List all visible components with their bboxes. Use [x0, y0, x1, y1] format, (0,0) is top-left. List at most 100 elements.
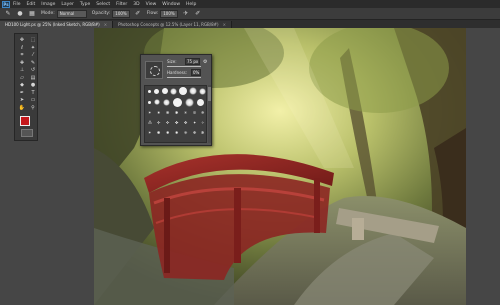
- dodge-tool-icon[interactable]: ●: [28, 82, 38, 90]
- menu-type[interactable]: Type: [80, 2, 90, 7]
- tools-panel: ✥ ⬚ ℓ ✦ ⌗ ⁄ ✚ ✎ ⊥ ↺ ▱ ▤ ◆ ● ✒ T ➤ ▭ ✋ ⚲: [14, 33, 38, 141]
- tab-document-1[interactable]: HD100 Light.ps @ 25% (Inked Sketch, RGB/…: [0, 21, 114, 28]
- menu-bar: Ps File Edit Image Layer Type Select Fil…: [0, 0, 500, 8]
- brush-tip-glyph[interactable]: ✹: [166, 130, 169, 135]
- brush-tip-glyph[interactable]: ❈: [184, 130, 187, 135]
- brush-preset-list[interactable]: ✶ ✷ ❋ ✱ ✳ ❊ ✵ ⁂ ✢ ✣ ✤ ✥ ✦ ✧ ✶ ✺ ✹ ✸ ❈ ❉ …: [144, 85, 207, 143]
- menu-image[interactable]: Image: [41, 2, 55, 7]
- menu-view[interactable]: View: [146, 2, 157, 7]
- airbrush-icon[interactable]: ✈: [182, 10, 190, 17]
- menu-help[interactable]: Help: [186, 2, 196, 7]
- tab-label: Photoshop Concepts @ 12.5% (Layer 11, RG…: [118, 22, 219, 27]
- history-brush-tool-icon[interactable]: ↺: [28, 67, 38, 75]
- brush-tip[interactable]: [148, 90, 151, 93]
- brush-tip[interactable]: [189, 87, 197, 95]
- eyedropper-tool-icon[interactable]: ⁄: [28, 52, 38, 60]
- brush-tip[interactable]: [173, 98, 182, 107]
- brush-tip[interactable]: [154, 99, 160, 105]
- brush-tip-glyph[interactable]: ✱: [175, 110, 178, 115]
- stamp-tool-icon[interactable]: ⊥: [17, 67, 27, 75]
- foreground-color-swatch[interactable]: [20, 116, 30, 126]
- brush-tip-glyph[interactable]: ✻: [201, 130, 204, 135]
- brush-tip[interactable]: [170, 88, 177, 95]
- pressure-size-icon[interactable]: ✐: [194, 10, 202, 17]
- brush-tool-icon[interactable]: ✎: [28, 60, 38, 68]
- mode-label: Mode:: [41, 11, 55, 16]
- preset-scrollbar[interactable]: [208, 85, 211, 143]
- menu-window[interactable]: Window: [162, 2, 180, 7]
- brush-tip[interactable]: [179, 87, 187, 95]
- brush-preset-icon[interactable]: ●: [16, 10, 24, 17]
- hardness-slider[interactable]: [167, 77, 201, 78]
- gear-icon[interactable]: ⚙: [203, 59, 207, 65]
- brush-tip[interactable]: [154, 89, 159, 94]
- brush-tip-glyph[interactable]: ✶: [148, 130, 151, 135]
- menu-layer[interactable]: Layer: [61, 2, 74, 7]
- opacity-field[interactable]: 100%: [112, 9, 130, 18]
- eraser-tool-icon[interactable]: ▱: [17, 75, 27, 83]
- size-slider[interactable]: [167, 66, 201, 67]
- healing-tool-icon[interactable]: ✚: [17, 60, 27, 68]
- move-tool-icon[interactable]: ✥: [17, 37, 27, 45]
- blur-tool-icon[interactable]: ◆: [17, 82, 27, 90]
- brush-tip-glyph[interactable]: ❉: [193, 130, 196, 135]
- brush-tool-icon[interactable]: ✎: [4, 10, 12, 17]
- brush-tip-glyph[interactable]: ✧: [201, 120, 204, 125]
- brush-tip-glyph[interactable]: ❋: [166, 110, 169, 115]
- shape-tool-icon[interactable]: ▭: [28, 97, 38, 105]
- brush-panel-toggle-icon[interactable]: ▦: [28, 10, 36, 17]
- brush-tip-preview: [145, 61, 163, 79]
- options-bar: ✎ ● ▦ Mode: Normal Opacity: 100% ✐ Flow:…: [0, 8, 500, 20]
- brush-tip[interactable]: [185, 98, 194, 107]
- mode-select[interactable]: Normal: [56, 9, 87, 18]
- brush-tip-glyph[interactable]: ✢: [157, 120, 160, 125]
- type-tool-icon[interactable]: T: [28, 90, 38, 98]
- path-select-tool-icon[interactable]: ➤: [17, 97, 27, 105]
- brush-tip-glyph[interactable]: ❊: [193, 110, 196, 115]
- brush-tip-glyph[interactable]: ✵: [201, 110, 204, 115]
- flow-label: Flow:: [146, 11, 159, 16]
- brush-tip[interactable]: [148, 101, 151, 104]
- menu-select[interactable]: Select: [96, 2, 110, 7]
- gradient-tool-icon[interactable]: ▤: [28, 75, 38, 83]
- brush-tip-glyph[interactable]: ⁂: [148, 120, 152, 125]
- size-field[interactable]: 75 px: [185, 58, 201, 65]
- menu-edit[interactable]: Edit: [27, 2, 36, 7]
- flow-field[interactable]: 100%: [160, 9, 178, 18]
- hand-tool-icon[interactable]: ✋: [17, 105, 27, 113]
- brush-preset-picker: ⚙ Size: 75 px Hardness: 0% ✶ ✷ ❋ ✱ ✳ ❊ ✵…: [140, 54, 212, 146]
- hardness-field[interactable]: 0%: [191, 69, 202, 76]
- brush-tip-glyph[interactable]: ✶: [148, 110, 151, 115]
- brush-tip-glyph[interactable]: ✳: [184, 110, 187, 115]
- brush-tip-glyph[interactable]: ✺: [157, 130, 160, 135]
- menu-filter[interactable]: Filter: [116, 2, 127, 7]
- brush-tip-glyph[interactable]: ✷: [157, 110, 160, 115]
- brush-tip[interactable]: [162, 88, 168, 94]
- brush-tip[interactable]: [163, 99, 170, 106]
- photoshop-logo: Ps: [2, 0, 10, 8]
- close-icon[interactable]: ×: [223, 22, 226, 27]
- quick-mask-icon[interactable]: [21, 129, 33, 137]
- tab-document-2[interactable]: Photoshop Concepts @ 12.5% (Layer 11, RG…: [113, 21, 232, 28]
- color-swatches: [20, 116, 35, 130]
- menu-file[interactable]: File: [13, 2, 21, 7]
- pen-tool-icon[interactable]: ✒: [17, 90, 27, 98]
- zoom-tool-icon[interactable]: ⚲: [28, 105, 38, 113]
- brush-tip-glyph[interactable]: ✣: [166, 120, 169, 125]
- marquee-tool-icon[interactable]: ⬚: [28, 37, 38, 45]
- brush-tip-glyph[interactable]: ✥: [184, 120, 187, 125]
- brush-tip-glyph[interactable]: ✤: [175, 120, 178, 125]
- brush-tip-glyph[interactable]: ✸: [175, 130, 178, 135]
- brush-tip[interactable]: [199, 88, 206, 95]
- tab-label: HD100 Light.ps @ 25% (Inked Sketch, RGB/…: [5, 22, 100, 27]
- brush-tip[interactable]: [197, 99, 204, 106]
- lasso-tool-icon[interactable]: ℓ: [17, 45, 27, 53]
- quick-select-tool-icon[interactable]: ✦: [28, 45, 38, 53]
- crop-tool-icon[interactable]: ⌗: [17, 52, 27, 60]
- close-icon[interactable]: ×: [104, 22, 107, 27]
- hardness-label: Hardness:: [167, 70, 188, 75]
- menu-3d[interactable]: 3D: [133, 2, 139, 7]
- scrollbar-thumb[interactable]: [208, 87, 211, 101]
- pressure-opacity-icon[interactable]: ✐: [134, 10, 142, 17]
- brush-tip-glyph[interactable]: ✦: [193, 120, 196, 125]
